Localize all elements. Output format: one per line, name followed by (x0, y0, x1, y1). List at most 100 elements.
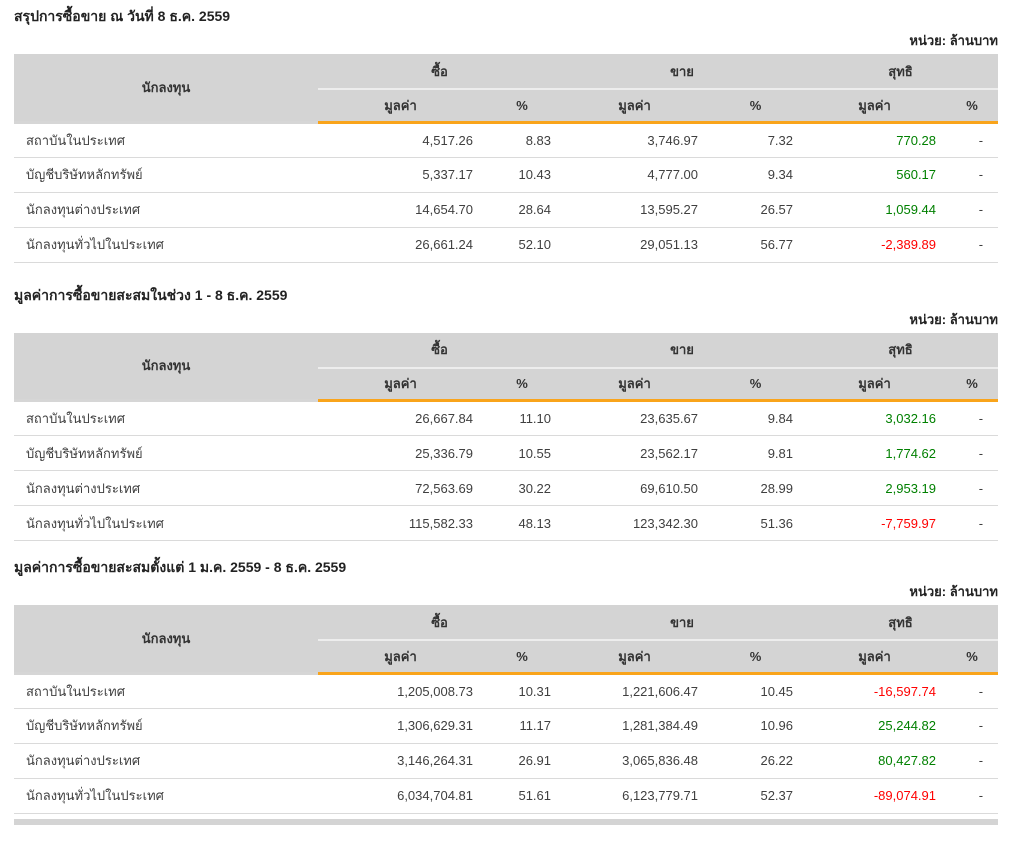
net-value-cell: 770.28 (803, 122, 947, 158)
buy-percent-cell: 51.61 (483, 778, 562, 814)
net-percent-cell: - (946, 192, 999, 228)
header-group-row: นักลงทุน ซื้อ ขาย สุทธิ (14, 605, 999, 675)
investor-name-cell: สถาบันในประเทศ (14, 673, 318, 709)
table-row: บัญชีบริษัทหลักทรัพย์ 5,337.17 10.43 4,777.… (14, 157, 999, 193)
sell-percent-cell: 7.32 (708, 122, 804, 158)
net-percent-cell: - (946, 778, 999, 814)
buy-value-cell: 26,667.84 (318, 400, 483, 436)
buy-value-cell: 115,582.33 (318, 505, 483, 541)
sell-value-cell: 3,065,836.48 (561, 743, 709, 779)
table-body: สถาบันในประเทศ 26,667.84 11.10 23,635.67 9.8… (14, 400, 999, 541)
investor-trading-table: นักลงทุน ซื้อ ขาย สุทธิ มูลค่า % มูลค่า … (14, 605, 999, 814)
net-value-cell: 1,059.44 (803, 192, 947, 228)
net-percent-cell: - (946, 122, 999, 158)
buy-percent-cell: 52.10 (483, 227, 562, 263)
investor-name-cell: นักลงทุนทั่วไปในประเทศ (14, 505, 318, 541)
col-header-investor: นักลงทุน (14, 605, 318, 675)
header-group-row: นักลงทุน ซื้อ ขาย สุทธิ (14, 332, 999, 402)
net-value-cell: -2,389.89 (803, 227, 947, 263)
buy-value-cell: 72,563.69 (318, 470, 483, 506)
table-header: นักลงทุน ซื้อ ขาย สุทธิ มูลค่า % มูลค่า … (14, 332, 999, 402)
investor-name-cell: บัญชีบริษัทหลักทรัพย์ (14, 157, 318, 193)
next-table-header-partial (14, 818, 998, 825)
net-value-cell: -89,074.91 (803, 778, 947, 814)
buy-value-cell: 1,306,629.31 (318, 708, 483, 744)
col-subheader-sell-percent: % (708, 89, 804, 124)
net-percent-cell: - (946, 157, 999, 193)
section-title: มูลค่าการซื้อขายสะสมตั้งแต่ 1 ม.ค. 2559 … (14, 559, 347, 575)
table-row: สถาบันในประเทศ 1,205,008.73 10.31 1,221,606… (14, 673, 999, 709)
table-row: สถาบันในประเทศ 4,517.26 8.83 3,746.97 7.32 77… (14, 122, 999, 158)
net-percent-cell: - (946, 470, 999, 506)
sell-percent-cell: 26.57 (708, 192, 804, 228)
buy-percent-cell: 48.13 (483, 505, 562, 541)
col-subheader-sell-value: มูลค่า (561, 367, 709, 402)
col-subheader-net-percent: % (946, 89, 999, 124)
unit-label: หน่วย: ล้านบาท (909, 311, 998, 327)
sell-value-cell: 29,051.13 (561, 227, 709, 263)
net-value-cell: 560.17 (803, 157, 947, 193)
buy-percent-cell: 11.17 (483, 708, 562, 744)
investor-name-cell: นักลงทุนต่างประเทศ (14, 743, 318, 779)
col-header-sell: ขาย (561, 332, 804, 369)
sell-value-cell: 123,342.30 (561, 505, 709, 541)
buy-value-cell: 3,146,264.31 (318, 743, 483, 779)
col-header-sell: ขาย (561, 54, 804, 90)
sell-percent-cell: 51.36 (708, 505, 804, 541)
net-percent-cell: - (946, 505, 999, 541)
investor-trading-table: นักลงทุน ซื้อ ขาย สุทธิ มูลค่า % มูลค่า … (14, 54, 999, 263)
net-value-cell: 80,427.82 (803, 743, 947, 779)
investor-name-cell: บัญชีบริษัทหลักทรัพย์ (14, 708, 318, 744)
sell-value-cell: 3,746.97 (561, 122, 709, 158)
investor-name-cell: บัญชีบริษัทหลักทรัพย์ (14, 435, 318, 471)
net-percent-cell: - (946, 708, 999, 744)
table-row: นักลงทุนต่างประเทศ 72,563.69 30.22 69,610.5… (14, 470, 999, 506)
col-subheader-net-value: มูลค่า (803, 640, 947, 675)
net-value-cell: 3,032.16 (803, 400, 947, 436)
buy-percent-cell: 10.43 (483, 157, 562, 193)
buy-percent-cell: 30.22 (483, 470, 562, 506)
sell-value-cell: 1,221,606.47 (561, 673, 709, 709)
col-subheader-buy-value: มูลค่า (318, 367, 483, 402)
col-subheader-net-percent: % (946, 367, 999, 402)
col-header-net: สุทธิ (803, 332, 999, 369)
col-subheader-net-value: มูลค่า (803, 367, 947, 402)
net-percent-cell: - (946, 227, 999, 263)
col-subheader-sell-percent: % (708, 367, 804, 402)
sell-value-cell: 1,281,384.49 (561, 708, 709, 744)
page: สรุปการซื้อขาย ณ วันที่ 8 ธ.ค. 2559 หน่ว… (0, 0, 1012, 844)
table-body: สถาบันในประเทศ 1,205,008.73 10.31 1,221,606… (14, 673, 999, 814)
col-header-net: สุทธิ (803, 605, 999, 641)
sell-percent-cell: 10.45 (708, 673, 804, 709)
buy-value-cell: 14,654.70 (318, 192, 483, 228)
unit-label: หน่วย: ล้านบาท (909, 33, 998, 48)
col-subheader-net-percent: % (946, 640, 999, 675)
investor-name-cell: นักลงทุนต่างประเทศ (14, 470, 318, 506)
col-subheader-net-value: มูลค่า (803, 89, 947, 124)
col-header-sell: ขาย (561, 605, 804, 641)
buy-percent-cell: 10.31 (483, 673, 562, 709)
net-value-cell: 2,953.19 (803, 470, 947, 506)
col-subheader-sell-value: มูลค่า (561, 89, 709, 124)
net-percent-cell: - (946, 400, 999, 436)
unit-label: หน่วย: ล้านบาท (909, 584, 998, 599)
col-header-investor: นักลงทุน (14, 54, 318, 124)
buy-value-cell: 1,205,008.73 (318, 673, 483, 709)
buy-percent-cell: 11.10 (483, 400, 562, 436)
col-header-buy: ซื้อ (318, 605, 562, 641)
sell-percent-cell: 10.96 (708, 708, 804, 744)
net-percent-cell: - (946, 435, 999, 471)
sell-percent-cell: 56.77 (708, 227, 804, 263)
table-header: นักลงทุน ซื้อ ขาย สุทธิ มูลค่า % มูลค่า … (14, 605, 999, 675)
col-header-investor: นักลงทุน (14, 332, 318, 402)
header-group-row: นักลงทุน ซื้อ ขาย สุทธิ (14, 54, 999, 124)
col-subheader-buy-value: มูลค่า (318, 640, 483, 675)
col-header-buy: ซื้อ (318, 54, 562, 90)
section-title: มูลค่าการซื้อขายสะสมในช่วง 1 - 8 ธ.ค. 25… (14, 286, 288, 303)
section-title: สรุปการซื้อขาย ณ วันที่ 8 ธ.ค. 2559 (14, 8, 231, 24)
buy-percent-cell: 26.91 (483, 743, 562, 779)
sell-value-cell: 69,610.50 (561, 470, 709, 506)
table-row: นักลงทุนต่างประเทศ 3,146,264.31 26.91 3,065… (14, 743, 999, 779)
net-percent-cell: - (946, 673, 999, 709)
col-subheader-sell-value: มูลค่า (561, 640, 709, 675)
